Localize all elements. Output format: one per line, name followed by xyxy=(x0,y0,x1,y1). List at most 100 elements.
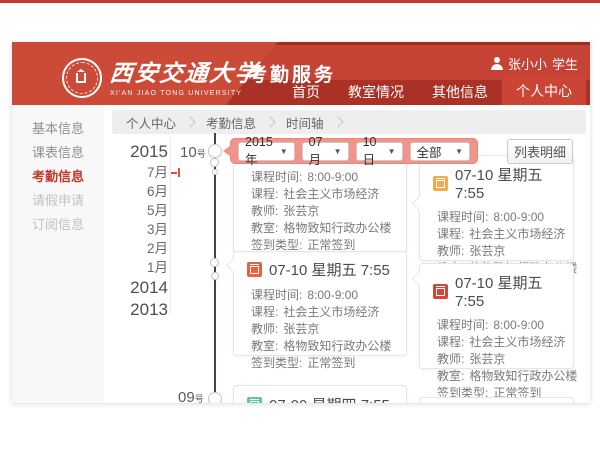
nav-item-home[interactable]: 首页 xyxy=(278,80,334,105)
field-value: 社会主义市场经济 xyxy=(283,305,379,319)
field-value: 8:00-9:00 xyxy=(493,210,544,224)
sidebar-item-basic-info[interactable]: 基本信息 xyxy=(12,117,104,141)
field-value: 8:00-9:00 xyxy=(493,318,544,332)
day-marker-10: 10号 xyxy=(180,144,206,161)
page-top-accent xyxy=(0,0,600,3)
caret-down-icon: ▼ xyxy=(455,147,463,156)
field-value: 格物致知行政办公楼 xyxy=(283,221,391,235)
timeline-node-small xyxy=(210,158,219,167)
calendar-icon xyxy=(433,176,448,191)
field-label: 课程时间: xyxy=(437,210,488,224)
university-name-en: XI'AN JIAO TONG UNIVERSITY xyxy=(110,90,260,97)
card-title: 07-09 星期四 7:55 xyxy=(269,394,390,403)
field-label: 教师: xyxy=(437,352,464,366)
scale-month-may[interactable]: 5月 xyxy=(112,201,168,220)
nav-item-other-info[interactable]: 其他信息 xyxy=(418,80,502,105)
field-label: 教师: xyxy=(251,322,278,336)
card-title: 07-10 星期五 7:55 xyxy=(269,259,390,280)
field-label: 教室: xyxy=(251,221,278,235)
list-detail-button[interactable]: 列表明细 xyxy=(507,139,573,164)
caret-down-icon: ▼ xyxy=(334,147,342,156)
content-area: 基本信息 课表信息 考勤信息 请假申请 订阅信息 个人中心 考勤信息 时间轴 2… xyxy=(12,105,590,403)
field-label: 课程: xyxy=(251,187,278,201)
app-window: 西安交通大学 XI'AN JIAO TONG UNIVERSITY 考勤服务 张… xyxy=(12,42,590,403)
attendance-card: 07-10 星期五 7:55 课程时间: 8:00-9:00 课程: 社会主义市场经… xyxy=(233,250,407,356)
field-label: 课程时间: xyxy=(251,170,302,184)
field-value: 张芸京 xyxy=(469,244,505,258)
caret-down-icon: ▼ xyxy=(280,147,288,156)
field-value: 8:00-9:00 xyxy=(307,170,358,184)
type-select[interactable]: 全部 ▼ xyxy=(410,142,471,161)
sidebar-item-attendance-info[interactable]: 考勤信息 xyxy=(12,165,104,189)
scale-month-jun[interactable]: 6月 xyxy=(112,182,168,201)
chevron-right-icon xyxy=(264,116,275,127)
timeline-scale: 2015 7月 6月 5月 3月 2月 1月 2014 2013 xyxy=(112,141,168,321)
scale-separator-line xyxy=(170,138,171,314)
month-select[interactable]: 07月 ▼ xyxy=(302,142,349,161)
field-value: 正常签到 xyxy=(307,238,355,252)
field-value: 社会主义市场经济 xyxy=(283,187,379,201)
user-info[interactable]: 张小小 学生 xyxy=(491,54,578,73)
caret-down-icon: ▼ xyxy=(388,147,396,156)
breadcrumb-timeline[interactable]: 时间轴 xyxy=(286,113,324,132)
field-value: 社会主义市场经济 xyxy=(469,335,565,349)
breadcrumb-attendance-info[interactable]: 考勤信息 xyxy=(206,113,256,132)
field-label: 课程: xyxy=(437,227,464,241)
university-title-block: 西安交通大学 XI'AN JIAO TONG UNIVERSITY xyxy=(110,54,260,97)
current-month-marker xyxy=(171,168,180,177)
sidebar-item-leave-request[interactable]: 请假申请 xyxy=(12,189,104,213)
field-value: 8:00-9:00 xyxy=(307,288,358,302)
field-label: 课程: xyxy=(251,305,278,319)
person-icon xyxy=(491,57,503,70)
calendar-icon xyxy=(247,262,262,277)
scale-year-2014[interactable]: 2014 xyxy=(112,277,168,299)
type-select-value: 全部 xyxy=(417,142,442,161)
attendance-card: 07-10 星期五 7:55 课程时间:8:00-9:00 课程:社会主义市场经… xyxy=(419,263,574,369)
breadcrumb: 个人中心 考勤信息 时间轴 xyxy=(112,110,586,134)
field-value: 格物致知行政办公楼 xyxy=(469,369,577,383)
field-value: 张芸京 xyxy=(469,352,505,366)
scale-month-jan[interactable]: 1月 xyxy=(112,258,168,277)
field-value: 格物致知行政办公楼 xyxy=(283,339,391,353)
scale-month-jul[interactable]: 7月 xyxy=(112,163,168,182)
scale-month-mar[interactable]: 3月 xyxy=(112,220,168,239)
user-name: 张小小 xyxy=(508,54,547,73)
scale-year-2013[interactable]: 2013 xyxy=(112,299,168,321)
timeline-node-large xyxy=(208,392,222,403)
attendance-card: 07-10 星期五 7:55 课程时间:8:00-9:00 课程:社会主义市场经… xyxy=(419,155,574,261)
university-logo-icon xyxy=(62,58,102,98)
day-select-value: 10日 xyxy=(363,135,384,168)
scale-month-feb[interactable]: 2月 xyxy=(112,239,168,258)
timeline-node-large xyxy=(208,144,222,158)
nav-item-personal-center[interactable]: 个人中心 xyxy=(502,75,586,105)
app-header: 西安交通大学 XI'AN JIAO TONG UNIVERSITY 考勤服务 张… xyxy=(12,42,590,105)
field-label: 课程时间: xyxy=(251,288,302,302)
field-value: 社会主义市场经济 xyxy=(469,227,565,241)
year-select-value: 2015年 xyxy=(245,135,276,168)
sidebar-item-subscription-info[interactable]: 订阅信息 xyxy=(12,213,104,237)
year-select[interactable]: 2015年 ▼ xyxy=(238,142,295,161)
user-role: 学生 xyxy=(552,54,578,73)
field-value: 张芸京 xyxy=(283,204,319,218)
scale-year-2015[interactable]: 2015 xyxy=(112,141,168,163)
sidebar-item-schedule-info[interactable]: 课表信息 xyxy=(12,141,104,165)
day-marker-09: 09号 xyxy=(178,389,204,403)
calendar-icon xyxy=(433,284,448,299)
chevron-right-icon xyxy=(184,116,195,127)
field-value: 张芸京 xyxy=(283,322,319,336)
field-label: 教室: xyxy=(437,369,464,383)
calendar-icon xyxy=(247,397,262,403)
attendance-card-partial xyxy=(419,397,574,403)
field-value: 正常签到 xyxy=(307,356,355,370)
chevron-right-icon xyxy=(332,116,343,127)
field-label: 签到类型: xyxy=(251,356,302,370)
month-select-value: 07月 xyxy=(309,135,330,168)
field-label: 教师: xyxy=(251,204,278,218)
university-name-cn: 西安交通大学 xyxy=(108,54,262,88)
breadcrumb-personal-center[interactable]: 个人中心 xyxy=(126,113,176,132)
nav-item-classrooms[interactable]: 教室情况 xyxy=(334,80,418,105)
timeline-node-small xyxy=(210,258,219,267)
day-select[interactable]: 10日 ▼ xyxy=(356,142,403,161)
attendance-card: 07-09 星期四 7:55 xyxy=(233,385,407,403)
field-label: 签到类型: xyxy=(251,238,302,252)
